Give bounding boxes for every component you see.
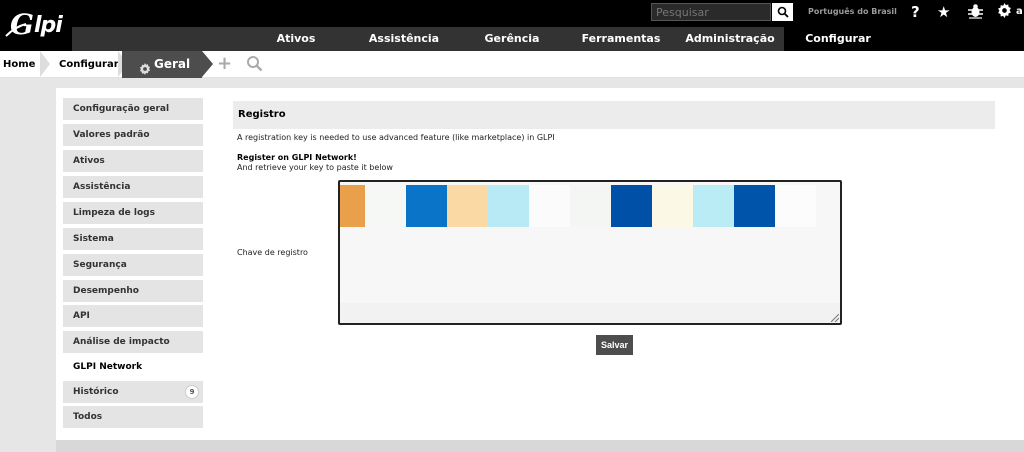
register-title[interactable]: Register on GLPI Network!: [237, 153, 357, 162]
sidebar-item-valores-padrao[interactable]: Valores padrão: [63, 124, 203, 146]
nav-administracao[interactable]: Administração: [684, 27, 776, 51]
user-menu[interactable]: a: [1016, 6, 1023, 17]
sidebar-item-historico[interactable]: Histórico 9: [63, 381, 203, 403]
nav-ativos[interactable]: Ativos: [258, 27, 334, 51]
textarea-bottom: [340, 303, 840, 323]
search-icon: [777, 3, 789, 22]
key-swatch: [488, 185, 529, 227]
gear-icon[interactable]: [997, 3, 1012, 23]
help-icon[interactable]: ?: [911, 2, 920, 22]
info-text: A registration key is needed to use adva…: [237, 133, 555, 142]
key-swatch: [693, 185, 734, 227]
key-swatch: [570, 185, 611, 227]
key-swatch: [734, 185, 775, 227]
resize-handle-icon[interactable]: [831, 314, 839, 322]
key-swatch: [652, 185, 693, 227]
key-swatch: [529, 185, 570, 227]
sidebar-item-api[interactable]: API: [63, 305, 203, 327]
breadcrumb-home[interactable]: Home: [3, 51, 35, 78]
search-icon[interactable]: [246, 55, 263, 77]
register-subtitle: And retrieve your key to paste it below: [237, 163, 393, 172]
sidebar-item-limpeza-de-logs[interactable]: Limpeza de logs: [63, 202, 203, 224]
search-button[interactable]: [772, 3, 793, 21]
count-badge: 9: [185, 385, 199, 399]
nav-configurar[interactable]: Configurar: [784, 27, 892, 51]
key-swatch: [611, 185, 652, 227]
save-button[interactable]: Salvar: [596, 335, 633, 355]
star-icon[interactable]: ★: [937, 2, 950, 22]
registration-key-field[interactable]: [338, 180, 842, 325]
key-swatch: [365, 185, 406, 227]
bug-icon[interactable]: [968, 3, 983, 24]
sidebar-item-configuracao-geral[interactable]: Configuração geral: [63, 98, 203, 120]
key-swatch: [340, 185, 365, 227]
sidebar-item-label: Histórico: [73, 387, 119, 397]
registration-key-label: Chave de registro: [237, 248, 308, 257]
sidebar-item-seguranca[interactable]: Segurança: [63, 254, 203, 276]
sidebar-item-desempenho[interactable]: Desempenho: [63, 280, 203, 302]
nav-assistencia[interactable]: Assistência: [358, 27, 450, 51]
svg-text:G: G: [10, 8, 33, 41]
breadcrumb: Home Configurar Geral +: [0, 51, 1024, 78]
breadcrumb-separator: [202, 51, 213, 77]
language-selector[interactable]: Português do Brasil: [808, 7, 897, 16]
section-title: Registro: [233, 101, 995, 129]
search-input[interactable]: [651, 3, 771, 21]
svg-text:lpi: lpi: [34, 13, 63, 38]
sidebar-item-ativos[interactable]: Ativos: [63, 150, 203, 172]
sidebar-item-analise-de-impacto[interactable]: Análise de impacto: [63, 331, 203, 353]
gear-icon: [139, 58, 151, 85]
breadcrumb-separator: [40, 51, 50, 77]
sidebar-item-glpi-network[interactable]: GLPI Network: [63, 356, 203, 378]
key-swatch: [447, 185, 488, 227]
breadcrumb-current-label: Geral: [154, 57, 191, 71]
key-swatch: [406, 185, 447, 227]
nav-ferramentas[interactable]: Ferramentas: [574, 27, 668, 51]
sidebar-item-todos[interactable]: Todos: [63, 406, 203, 428]
top-bar: Português do Brasil ? ★ a: [0, 0, 1024, 27]
key-swatch: [775, 185, 816, 227]
add-icon[interactable]: +: [217, 53, 232, 74]
sidebar-item-sistema[interactable]: Sistema: [63, 228, 203, 250]
main-nav: Ativos Assistência Gerência Ferramentas …: [0, 27, 1024, 51]
nav-gerencia[interactable]: Gerência: [474, 27, 550, 51]
breadcrumb-current[interactable]: Geral: [122, 51, 202, 78]
footer-band: [56, 440, 1024, 452]
breadcrumb-configurar[interactable]: Configurar: [59, 51, 119, 78]
sidebar-item-assistencia[interactable]: Assistência: [63, 176, 203, 198]
glpi-logo[interactable]: G lpi: [4, 4, 76, 44]
